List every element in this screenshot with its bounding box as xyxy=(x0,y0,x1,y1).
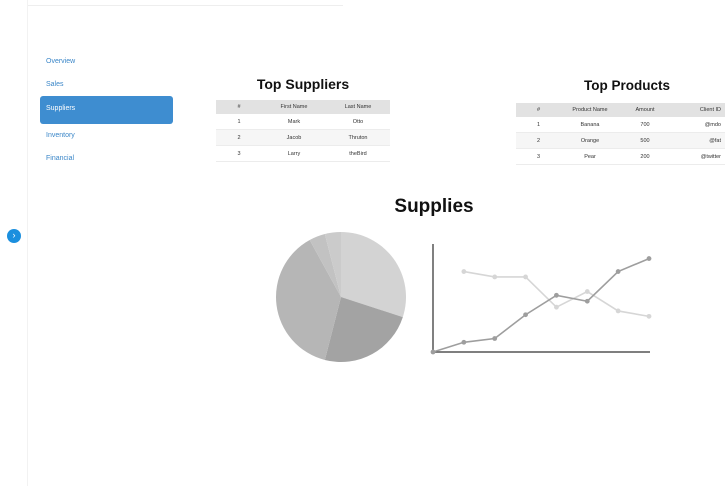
col-header-product-name: Product Name xyxy=(561,103,619,117)
suppliers-table: # First Name Last Name 1 Mark Otto 2 Jac… xyxy=(216,100,390,162)
data-point xyxy=(615,269,621,274)
table-cell: theBird xyxy=(326,145,390,162)
data-point xyxy=(492,336,498,341)
data-point xyxy=(523,274,528,280)
data-point xyxy=(430,349,436,355)
table-cell: 700 xyxy=(619,117,671,133)
table-row: 1 Banana 700 @mdo xyxy=(516,117,725,133)
supplies-title: Supplies xyxy=(394,196,474,217)
table-cell: @twitter xyxy=(671,148,725,165)
table-row: 3 Pear 200 @twitter xyxy=(516,148,725,165)
supplies-line-chart xyxy=(430,244,652,355)
sidebar: Overview Sales Suppliers Inventory Finan… xyxy=(40,50,173,170)
sidebar-divider xyxy=(27,0,28,486)
sidebar-item-suppliers[interactable]: Suppliers xyxy=(40,96,173,124)
col-header-last-name: Last Name xyxy=(326,100,390,114)
suppliers-title: Top Suppliers xyxy=(256,76,350,92)
data-point xyxy=(461,339,467,345)
data-point xyxy=(492,274,498,280)
data-point xyxy=(461,269,467,274)
products-table: # Product Name Amount Client ID 1 Banana… xyxy=(516,103,725,165)
data-point xyxy=(554,292,559,298)
data-point xyxy=(523,312,528,318)
table-cell: 500 xyxy=(619,132,671,149)
table-cell: 200 xyxy=(619,148,671,165)
table-cell: 1 xyxy=(216,114,262,130)
data-point xyxy=(584,298,590,304)
table-cell: Pear xyxy=(561,148,619,165)
table-cell: Jacob xyxy=(262,129,326,146)
supplies-pie-chart xyxy=(276,232,406,362)
data-point xyxy=(554,304,559,310)
table-row: 2 Jacob Thruton xyxy=(216,129,390,146)
table-cell: Thruton xyxy=(326,129,390,146)
data-point xyxy=(615,308,621,314)
col-header-number: # xyxy=(216,100,262,114)
sidebar-item-inventory[interactable]: Inventory xyxy=(40,124,173,147)
table-cell: @fat xyxy=(671,132,725,149)
sidebar-toggle-button[interactable]: › xyxy=(7,229,21,243)
table-row: 3 Larry theBird xyxy=(216,145,390,162)
table-cell: 2 xyxy=(516,132,561,149)
table-cell: Larry xyxy=(262,145,326,162)
table-cell: 3 xyxy=(216,145,262,162)
data-point xyxy=(646,256,652,261)
table-row: 2 Orange 500 @fat xyxy=(516,132,725,149)
top-divider xyxy=(28,5,343,6)
table-cell: 3 xyxy=(516,148,561,165)
table-cell: 1 xyxy=(516,117,561,133)
products-title: Top Products xyxy=(584,78,670,93)
sidebar-item-sales[interactable]: Sales xyxy=(40,73,173,96)
sidebar-item-overview[interactable]: Overview xyxy=(40,50,173,73)
table-cell: 2 xyxy=(216,129,262,146)
table-cell: Orange xyxy=(561,132,619,149)
table-row: 1 Mark Otto xyxy=(216,114,390,130)
chevron-right-icon: › xyxy=(12,230,16,240)
col-header-number: # xyxy=(516,103,561,117)
sidebar-item-financial[interactable]: Financial xyxy=(40,147,173,170)
col-header-amount: Amount xyxy=(619,103,671,117)
table-cell: Mark xyxy=(262,114,326,130)
data-point xyxy=(584,289,590,294)
table-cell: @mdo xyxy=(671,117,725,133)
table-cell: Otto xyxy=(326,114,390,130)
col-header-first-name: First Name xyxy=(262,100,326,114)
table-cell: Banana xyxy=(561,117,619,133)
data-point xyxy=(646,313,652,319)
col-header-client-id: Client ID xyxy=(671,103,725,117)
